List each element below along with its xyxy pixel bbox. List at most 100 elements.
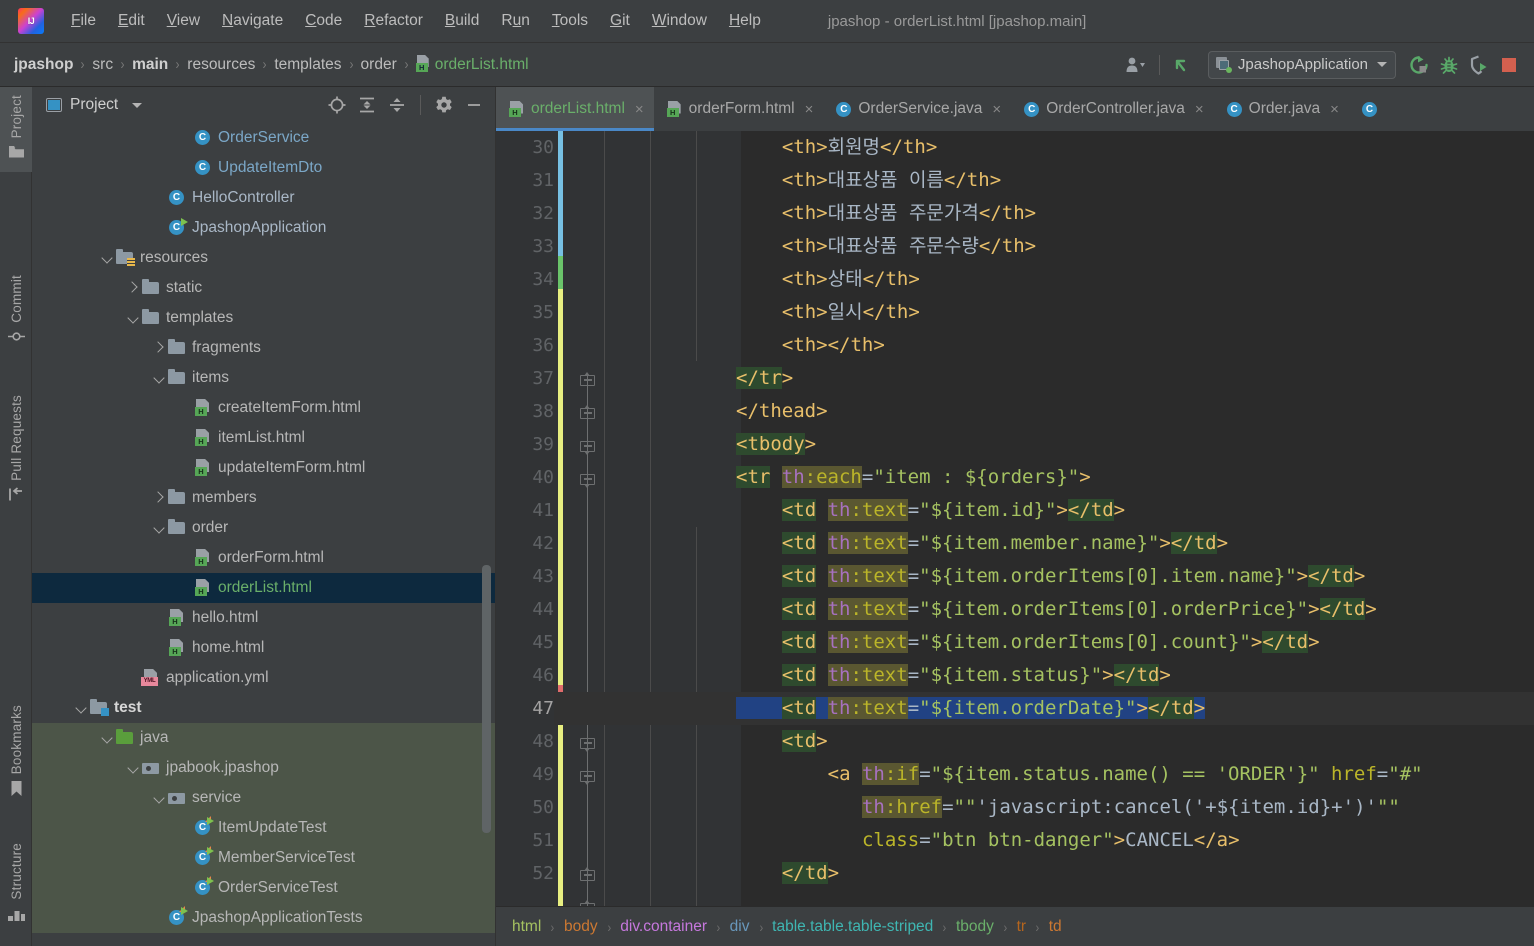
breadcrumb-item-src[interactable]: src <box>92 56 113 74</box>
tree-node-orderlist-html[interactable]: orderList.html <box>32 573 495 603</box>
chevron-right-icon[interactable] <box>152 490 168 506</box>
breadcrumb-item-order[interactable]: order <box>361 56 397 74</box>
tool-window-button-project[interactable]: Project <box>0 87 32 173</box>
editor-breadcrumb-div-container[interactable]: div.container <box>620 918 707 936</box>
code-line[interactable]: 42 <td th:text="${item.member.name}"></t… <box>496 527 1534 560</box>
editor-breadcrumb-div[interactable]: div <box>730 918 750 936</box>
code-line[interactable]: 49 <a th:if="${item.status.name() == 'OR… <box>496 758 1534 791</box>
tree-node-items[interactable]: items <box>32 363 495 393</box>
chevron-right-icon[interactable] <box>152 340 168 356</box>
user-avatar-icon[interactable] <box>1121 50 1151 80</box>
code-line[interactable]: 44 <td th:text="${item.orderItems[0].ord… <box>496 593 1534 626</box>
tree-node-members[interactable]: members <box>32 483 495 513</box>
chevron-down-icon[interactable] <box>100 250 116 266</box>
code-line[interactable]: 34 <th>상태</th> <box>496 263 1534 296</box>
code-line[interactable]: 50 th:href=""'javascript:cancel('+${item… <box>496 791 1534 824</box>
editor-tab-orderform-html[interactable]: orderForm.html × <box>654 87 824 131</box>
tree-node-orderform-html[interactable]: orderForm.html <box>32 543 495 573</box>
code-line[interactable]: 51 class="btn btn-danger">CANCEL</a> <box>496 824 1534 857</box>
tool-window-button-structure[interactable]: Structure <box>0 835 32 934</box>
tree-node-home-html[interactable]: home.html <box>32 633 495 663</box>
tool-window-button-commit[interactable]: Commit <box>0 267 32 357</box>
menu-item-tools[interactable]: Tools <box>541 9 599 33</box>
code-line[interactable]: 52 </td> <box>496 857 1534 890</box>
menu-item-file[interactable]: File <box>60 9 107 33</box>
breadcrumb-item-orderlist-html[interactable]: orderList.html <box>415 55 529 74</box>
editor-tab-order-java[interactable]: Order.java × <box>1214 87 1349 131</box>
breadcrumb-item-jpashop[interactable]: jpashop <box>14 56 73 74</box>
tree-node-orderservicetest[interactable]: OrderServiceTest <box>32 873 495 903</box>
tree-node-resources[interactable]: resources <box>32 243 495 273</box>
code-line[interactable]: 43 <td th:text="${item.orderItems[0].ite… <box>496 560 1534 593</box>
project-tree-scrollbar[interactable] <box>482 565 491 833</box>
run-with-coverage-icon[interactable] <box>1464 50 1494 80</box>
expand-all-icon[interactable] <box>352 90 382 120</box>
menu-item-help[interactable]: Help <box>718 9 772 33</box>
chevron-down-icon[interactable] <box>126 310 142 326</box>
menu-item-navigate[interactable]: Navigate <box>211 9 294 33</box>
editor-tab-ordercontroller-java[interactable]: OrderController.java × <box>1011 87 1213 131</box>
code-line[interactable]: 40 <tr th:each="item : ${orders}"> <box>496 461 1534 494</box>
code-line[interactable]: 33 <th>대표상품 주문수량</th> <box>496 230 1534 263</box>
menu-item-run[interactable]: Run <box>490 9 540 33</box>
code-line[interactable]: 38 </thead> <box>496 395 1534 428</box>
code-line[interactable]: 48 <td> <box>496 725 1534 758</box>
tree-node-service[interactable]: service <box>32 783 495 813</box>
menu-item-window[interactable]: Window <box>641 9 718 33</box>
chevron-down-icon[interactable] <box>152 370 168 386</box>
tree-node-jpabook-jpashop[interactable]: jpabook.jpashop <box>32 753 495 783</box>
close-icon[interactable]: × <box>1330 101 1339 118</box>
code-line[interactable]: 41 <td th:text="${item.id}"></td> <box>496 494 1534 527</box>
code-lines[interactable]: 30 <th>회원명</th> 31 <th>대표상품 이름</th> 32 <th… <box>496 131 1534 906</box>
menu-item-view[interactable]: View <box>156 9 211 33</box>
chevron-down-icon[interactable] <box>152 520 168 536</box>
code-line[interactable]: 39 <tbody> <box>496 428 1534 461</box>
close-icon[interactable]: × <box>1195 101 1204 118</box>
editor-tab-orderservice-java[interactable]: OrderService.java × <box>823 87 1011 131</box>
chevron-down-icon[interactable] <box>74 700 90 716</box>
menu-item-code[interactable]: Code <box>294 9 353 33</box>
editor-tab-overflow[interactable] <box>1349 87 1388 131</box>
menu-item-build[interactable]: Build <box>434 9 490 33</box>
tree-node-static[interactable]: static <box>32 273 495 303</box>
stop-icon[interactable] <box>1494 50 1524 80</box>
code-editor[interactable]: 30 <th>회원명</th> 31 <th>대표상품 이름</th> 32 <th… <box>496 131 1534 906</box>
project-tree[interactable]: OrderService UpdateItemDto HelloController… <box>32 123 495 946</box>
chevron-down-icon[interactable] <box>126 760 142 776</box>
tree-node-createitemform-html[interactable]: createItemForm.html <box>32 393 495 423</box>
code-line[interactable]: 45 <td th:text="${item.orderItems[0].cou… <box>496 626 1534 659</box>
code-line[interactable]: 37 </tr> <box>496 362 1534 395</box>
select-opened-file-icon[interactable] <box>322 90 352 120</box>
editor-breadcrumb-td[interactable]: td <box>1049 918 1062 936</box>
tree-node-java[interactable]: java <box>32 723 495 753</box>
run-icon[interactable] <box>1404 50 1434 80</box>
settings-gear-icon[interactable] <box>429 90 459 120</box>
hide-panel-icon[interactable] <box>459 90 489 120</box>
close-icon[interactable]: × <box>805 101 814 118</box>
breadcrumb-item-templates[interactable]: templates <box>274 56 341 74</box>
run-configuration-selector[interactable]: JpashopApplication <box>1207 50 1396 79</box>
tree-node-itemupdatetest[interactable]: ItemUpdateTest <box>32 813 495 843</box>
tree-node-order[interactable]: order <box>32 513 495 543</box>
tree-node-jpashopapplicationtests[interactable]: JpashopApplicationTests <box>32 903 495 933</box>
tool-window-button-bookmarks[interactable]: Bookmarks <box>0 697 32 810</box>
tree-node-jpashopapplication[interactable]: JpashopApplication <box>32 213 495 243</box>
tree-node-updateitemdto[interactable]: UpdateItemDto <box>32 153 495 183</box>
tool-window-button-pull-requests[interactable]: Pull Requests <box>0 387 32 515</box>
updates-arrow-icon[interactable] <box>1168 50 1198 80</box>
tree-node-hello-html[interactable]: hello.html <box>32 603 495 633</box>
editor-tab-orderlist-html[interactable]: orderList.html × <box>496 87 654 131</box>
editor-breadcrumb-tbody[interactable]: tbody <box>956 918 994 936</box>
editor-breadcrumb-tr[interactable]: tr <box>1017 918 1026 936</box>
tree-node-templates[interactable]: templates <box>32 303 495 333</box>
editor-breadcrumb-table-table-table-striped[interactable]: table.table.table-striped <box>772 918 933 936</box>
editor-breadcrumb-html[interactable]: html <box>512 918 541 936</box>
code-line[interactable]: 32 <th>대표상품 주문가격</th> <box>496 197 1534 230</box>
menu-item-refactor[interactable]: Refactor <box>353 9 434 33</box>
menu-item-edit[interactable]: Edit <box>107 9 156 33</box>
tree-node-orderservice[interactable]: OrderService <box>32 123 495 153</box>
debug-icon[interactable] <box>1434 50 1464 80</box>
chevron-down-icon[interactable] <box>100 730 116 746</box>
collapse-all-icon[interactable] <box>382 90 412 120</box>
tree-node-application-yml[interactable]: application.yml <box>32 663 495 693</box>
